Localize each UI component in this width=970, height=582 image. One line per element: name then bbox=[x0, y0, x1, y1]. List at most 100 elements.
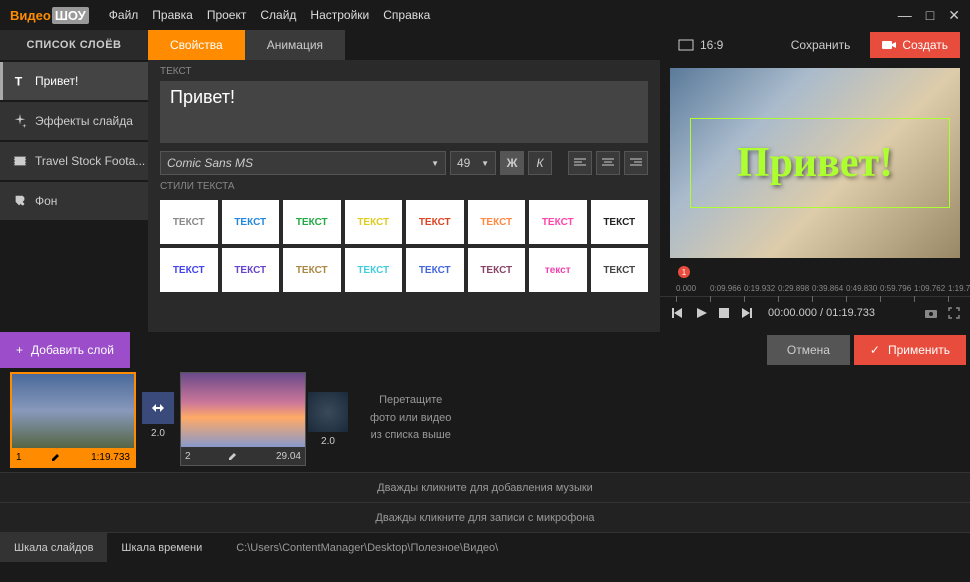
paint-icon bbox=[13, 194, 27, 208]
music-track[interactable]: Дважды кликните для добавления музыки bbox=[0, 472, 970, 502]
text-style-swatch[interactable]: ТЕКСТ bbox=[406, 200, 464, 244]
tab-animation[interactable]: Анимация bbox=[245, 30, 345, 60]
menu-edit[interactable]: Правка bbox=[152, 8, 193, 22]
screen-icon bbox=[678, 39, 694, 51]
plus-icon: + bbox=[16, 343, 23, 357]
ruler-tick: 1:19.728 bbox=[948, 284, 970, 293]
timeline-ruler[interactable]: 1 0.0000:09.9660:19.9320:29.8980:39.8640… bbox=[670, 266, 960, 296]
timeline-marker[interactable]: 1 bbox=[678, 266, 690, 278]
transition-1[interactable]: 2.0 bbox=[142, 392, 174, 439]
play-button[interactable] bbox=[694, 306, 708, 320]
maximize-icon[interactable]: □ bbox=[926, 7, 934, 24]
close-icon[interactable]: ✕ bbox=[948, 7, 960, 24]
text-style-swatch[interactable]: ТЕКСТ bbox=[160, 248, 218, 292]
view-slides-tab[interactable]: Шкала слайдов bbox=[0, 533, 107, 562]
menu-help[interactable]: Справка bbox=[383, 8, 430, 22]
text-style-swatch[interactable]: ТЕКСТ bbox=[283, 248, 341, 292]
text-style-swatch[interactable]: ТЕКСТ bbox=[345, 248, 403, 292]
slide-image bbox=[181, 373, 305, 447]
check-icon: ✓ bbox=[870, 343, 880, 357]
bold-button[interactable]: Ж bbox=[500, 151, 524, 175]
edit-icon[interactable] bbox=[51, 452, 61, 462]
cancel-button[interactable]: Отмена bbox=[767, 335, 850, 365]
styles-section-label: СТИЛИ ТЕКСТА bbox=[148, 175, 660, 196]
menu-settings[interactable]: Настройки bbox=[310, 8, 369, 22]
text-input[interactable]: Привет! bbox=[160, 81, 648, 143]
create-button[interactable]: Создать bbox=[870, 32, 960, 58]
add-layer-button[interactable]: + Добавить слой bbox=[0, 332, 130, 368]
sidebar-title: СПИСОК СЛОЁВ bbox=[0, 30, 148, 60]
slide-duration: 29.04 bbox=[276, 451, 301, 462]
text-style-swatch[interactable]: ТЕКСТ bbox=[591, 248, 649, 292]
slide-thumb-2[interactable]: 2 29.04 bbox=[180, 372, 306, 466]
stop-button[interactable] bbox=[718, 307, 730, 319]
view-timeline-tab[interactable]: Шкала времени bbox=[107, 533, 216, 562]
layer-label: Эффекты слайда bbox=[35, 114, 133, 128]
properties-panel: Свойства Анимация ТЕКСТ Привет! Comic Sa… bbox=[148, 30, 660, 332]
ruler-tick: 0:29.898 bbox=[778, 284, 809, 293]
time-display: 00:00.000 / 01:19.733 bbox=[768, 307, 875, 319]
next-button[interactable] bbox=[740, 306, 754, 320]
layers-sidebar: СПИСОК СЛОЁВ T Привет! Эффекты слайда Tr… bbox=[0, 30, 148, 332]
layer-item-background[interactable]: Фон bbox=[0, 182, 148, 220]
text-style-swatch[interactable]: ТЕКСТ bbox=[345, 200, 403, 244]
font-size-select[interactable]: 49 ▼ bbox=[450, 151, 496, 175]
ruler-tick: 0:19.932 bbox=[744, 284, 775, 293]
fullscreen-button[interactable] bbox=[948, 307, 960, 319]
layer-item-effects[interactable]: Эффекты слайда bbox=[0, 102, 148, 140]
chevron-down-icon: ▼ bbox=[481, 159, 489, 168]
text-style-swatch[interactable]: ТЕКСТ bbox=[222, 248, 280, 292]
tab-properties[interactable]: Свойства bbox=[148, 30, 245, 60]
ruler-tick: 1:09.762 bbox=[914, 284, 945, 293]
font-size-value: 49 bbox=[457, 156, 470, 170]
text-style-swatch[interactable]: ТЕКСТ bbox=[468, 248, 526, 292]
text-style-swatch[interactable]: ТЕКСТ bbox=[283, 200, 341, 244]
font-family-select[interactable]: Comic Sans MS ▼ bbox=[160, 151, 446, 175]
svg-text:T: T bbox=[15, 74, 23, 88]
text-style-swatch[interactable]: ТЕКСТ bbox=[160, 200, 218, 244]
text-style-swatch[interactable]: ТЕКСТ bbox=[591, 200, 649, 244]
apply-button[interactable]: ✓ Применить bbox=[854, 335, 966, 365]
aspect-ratio-button[interactable]: 16:9 bbox=[678, 38, 723, 52]
transition-2[interactable]: 2.0 bbox=[312, 392, 344, 447]
action-row: + Добавить слой Отмена ✓ Применить bbox=[0, 332, 970, 368]
text-style-swatch[interactable]: ТЕКСТ bbox=[468, 200, 526, 244]
mic-track[interactable]: Дважды кликните для записи с микрофона bbox=[0, 502, 970, 532]
text-style-swatch[interactable]: ТЕКСТ bbox=[222, 200, 280, 244]
snapshot-button[interactable] bbox=[924, 307, 938, 319]
align-left-button[interactable] bbox=[568, 151, 592, 175]
text-section-label: ТЕКСТ bbox=[148, 60, 660, 81]
layer-item-video[interactable]: Travel Stock Foota... bbox=[0, 142, 148, 180]
italic-button[interactable]: К bbox=[528, 151, 552, 175]
edit-icon[interactable] bbox=[228, 451, 238, 461]
titlebar: ВидеоШОУ Файл Правка Проект Слайд Настро… bbox=[0, 0, 970, 30]
prev-button[interactable] bbox=[670, 306, 684, 320]
slide-info: 2 29.04 bbox=[181, 447, 305, 465]
layer-label: Привет! bbox=[35, 74, 78, 88]
camera-icon bbox=[882, 39, 896, 51]
text-style-swatch[interactable]: текст bbox=[529, 248, 587, 292]
align-center-button[interactable] bbox=[596, 151, 620, 175]
text-style-swatch[interactable]: ТЕКСТ bbox=[406, 248, 464, 292]
menu-project[interactable]: Проект bbox=[207, 8, 247, 22]
film-icon bbox=[13, 154, 27, 168]
preview-panel: 16:9 Сохранить Создать Привет! 1 0.0000:… bbox=[660, 30, 970, 332]
font-name: Comic Sans MS bbox=[167, 156, 253, 170]
text-styles-grid: ТЕКСТТЕКСТТЕКСТТЕКСТТЕКСТТЕКСТТЕКСТТЕКСТ… bbox=[160, 200, 648, 292]
align-right-button[interactable] bbox=[624, 151, 648, 175]
transition-duration: 2.0 bbox=[151, 428, 165, 439]
save-button[interactable]: Сохранить bbox=[779, 32, 863, 58]
selection-box[interactable] bbox=[690, 118, 950, 208]
statusbar: Шкала слайдов Шкала времени C:\Users\Con… bbox=[0, 532, 970, 562]
menu-file[interactable]: Файл bbox=[109, 8, 139, 22]
transition-icon bbox=[308, 392, 348, 432]
text-style-swatch[interactable]: ТЕКСТ bbox=[529, 200, 587, 244]
preview-canvas[interactable]: Привет! bbox=[670, 68, 960, 258]
layer-item-text[interactable]: T Привет! bbox=[0, 62, 148, 100]
ruler-tick: 0:59.796 bbox=[880, 284, 911, 293]
menu-slide[interactable]: Слайд bbox=[260, 8, 296, 22]
slide-thumb-1[interactable]: 1 1:19.733 bbox=[10, 372, 136, 468]
minimize-icon[interactable]: — bbox=[898, 7, 912, 24]
ruler-tick: 0:49.830 bbox=[846, 284, 877, 293]
ruler-tick: 0:09.966 bbox=[710, 284, 741, 293]
